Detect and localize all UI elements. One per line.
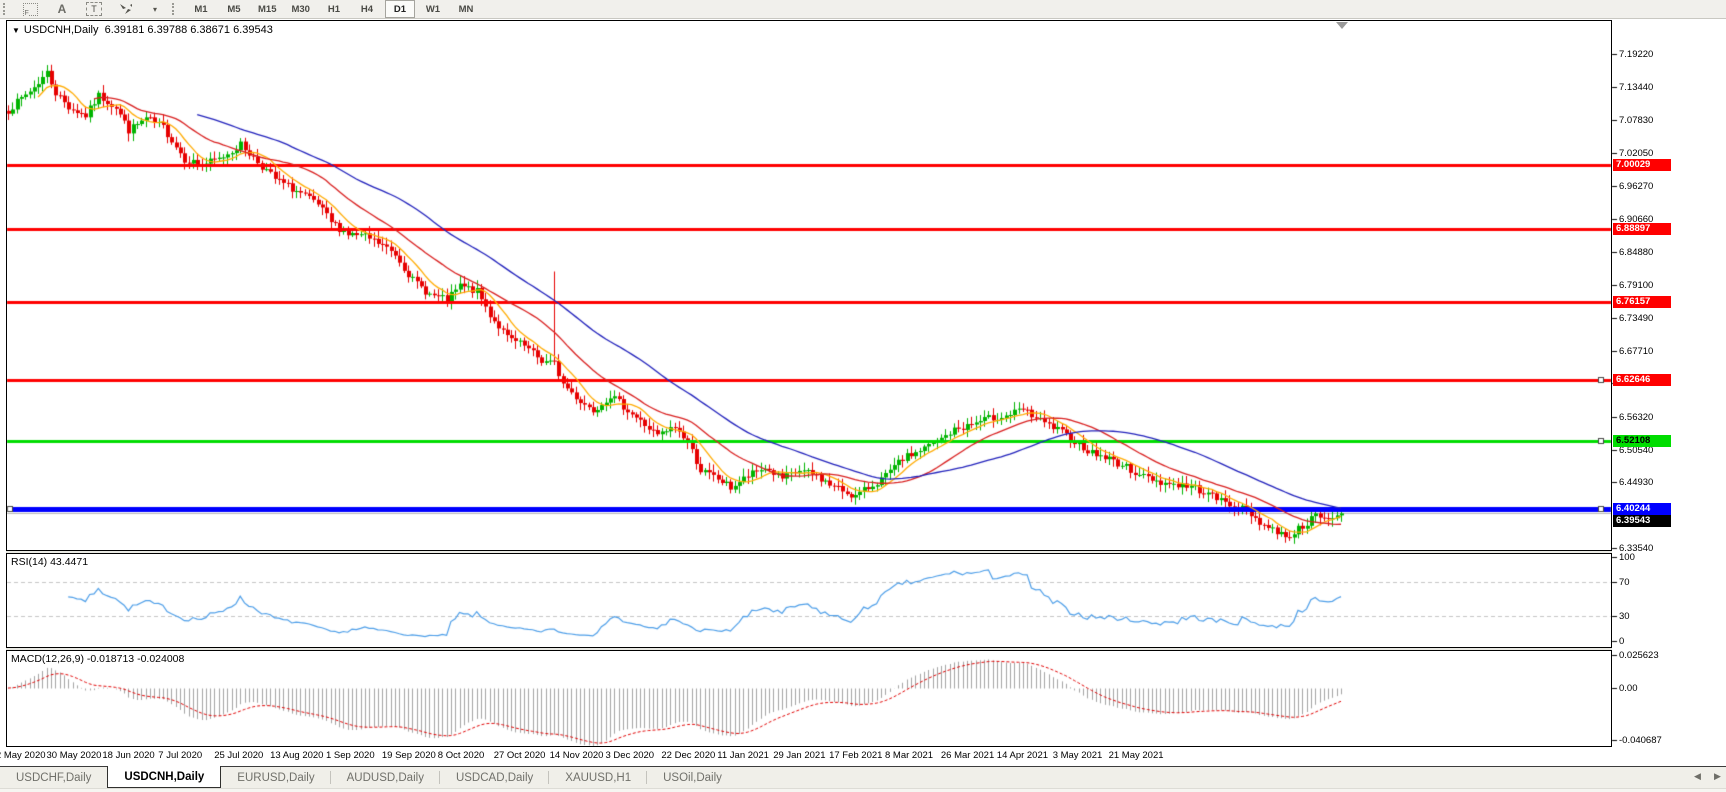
date-tick: 11 Jan 2021 [717, 750, 769, 761]
chart-tabs: USDCHF,DailyUSDCNH,DailyEURUSD,DailyAUDU… [0, 767, 1726, 788]
tab-bar-footer [0, 788, 1726, 792]
date-tick: 1 Sep 2020 [326, 750, 375, 761]
panel-splitter[interactable] [6, 551, 1612, 553]
price-tick: 6.84880 [1619, 247, 1653, 258]
macd-panel[interactable] [6, 650, 1612, 747]
date-tick: 30 May 2020 [47, 750, 102, 761]
date-tick: 25 Jul 2020 [214, 750, 263, 761]
draw-arrows-icon[interactable] [111, 0, 141, 18]
rsi-tick: 30 [1619, 611, 1630, 622]
price-tick: 7.07830 [1619, 115, 1653, 126]
date-tick: 26 Mar 2021 [941, 750, 994, 761]
trading-terminal-window: F A T ▾ M1M5M15M30H1H4D1W1MN ▼ USDCNH,Dai… [0, 0, 1726, 792]
tab-eurusd[interactable]: EURUSD,Daily [221, 767, 330, 788]
timeframe-button-m15[interactable]: M15 [252, 0, 282, 18]
tab-usdcad[interactable]: USDCAD,Daily [440, 767, 549, 788]
toolbar-grip-icon[interactable] [172, 3, 179, 15]
level-price-badge: 6.88897 [1613, 223, 1671, 235]
timeframe-button-mn[interactable]: MN [451, 0, 481, 18]
tab-scroll-left-icon[interactable]: ◀ [1694, 771, 1701, 782]
price-tick: 7.19220 [1619, 49, 1653, 60]
chart-tab-bar: USDCHF,DailyUSDCNH,DailyEURUSD,DailyAUDU… [0, 766, 1726, 792]
macd-tick: 0.00 [1619, 683, 1638, 694]
date-tick: 19 Sep 2020 [382, 750, 436, 761]
date-tick: 8 Oct 2020 [438, 750, 484, 761]
chart-symbol-label: USDCNH,Daily [24, 24, 99, 36]
title-marker-icon: ▼ [12, 26, 20, 35]
level-price-badge: 6.62646 [1613, 374, 1671, 386]
date-tick: 21 May 2021 [1109, 750, 1164, 761]
tab-scroll-right-icon[interactable]: ▶ [1714, 771, 1721, 782]
timeframe-button-m1[interactable]: M1 [186, 0, 216, 18]
grid-icon: F [23, 3, 38, 16]
price-tick: 7.13440 [1619, 82, 1653, 93]
rsi-panel[interactable] [6, 553, 1612, 648]
macd-tick: 0.025623 [1619, 650, 1659, 661]
date-tick: 3 Dec 2020 [606, 750, 655, 761]
date-tick: 14 Apr 2021 [997, 750, 1048, 761]
rsi-tick: 70 [1619, 577, 1630, 588]
chevron-down-icon[interactable]: ▾ [143, 0, 167, 18]
price-chart-panel[interactable] [6, 20, 1612, 551]
tab-audusd[interactable]: AUDUSD,Daily [331, 767, 440, 788]
chart-title: ▼ USDCNH,Daily 6.39181 6.39788 6.38671 6.… [12, 24, 273, 36]
date-tick: 17 Feb 2021 [829, 750, 882, 761]
level-price-badge: 6.52108 [1613, 435, 1671, 447]
panel-splitter[interactable] [6, 648, 1612, 650]
date-tick: 3 May 2021 [1053, 750, 1103, 761]
level-price-badge: 6.40244 [1613, 503, 1671, 515]
date-tick: 18 Jun 2020 [102, 750, 154, 761]
date-tick: 22 Dec 2020 [661, 750, 715, 761]
date-tick: 14 Nov 2020 [550, 750, 604, 761]
chart-toolbar: F A T ▾ M1M5M15M30H1H4D1W1MN [0, 0, 1726, 19]
date-tick: 29 Jan 2021 [773, 750, 825, 761]
timeframe-button-d1[interactable]: D1 [385, 0, 415, 18]
tab-usoil[interactable]: USOil,Daily [647, 767, 738, 788]
timeframe-button-group: M1M5M15M30H1H4D1W1MN [186, 0, 481, 18]
tab-xauusd[interactable]: XAUUSD,H1 [549, 767, 647, 788]
date-tick: 7 Jul 2020 [158, 750, 202, 761]
grid-f-icon[interactable]: F [15, 0, 45, 18]
rsi-tick: 100 [1619, 552, 1635, 563]
text-label-icon[interactable]: A [47, 0, 77, 18]
tab-usdchf[interactable]: USDCHF,Daily [0, 767, 107, 788]
timeframe-button-h4[interactable]: H4 [352, 0, 382, 18]
current-price-badge: 6.39543 [1613, 515, 1671, 527]
chart-ohlc-values: 6.39181 6.39788 6.38671 6.39543 [105, 24, 273, 36]
price-tick: 6.67710 [1619, 346, 1653, 357]
price-tick: 6.73490 [1619, 313, 1653, 324]
date-tick: 13 Aug 2020 [270, 750, 323, 761]
rsi-tick: 0 [1619, 636, 1624, 647]
tab-usdcnh[interactable]: USDCNH,Daily [107, 766, 221, 788]
date-tick: 27 Oct 2020 [494, 750, 546, 761]
price-tick: 6.79100 [1619, 280, 1653, 291]
macd-tick: -0.040687 [1619, 735, 1662, 746]
timeframe-button-w1[interactable]: W1 [418, 0, 448, 18]
timeframe-button-m5[interactable]: M5 [219, 0, 249, 18]
level-price-badge: 7.00029 [1613, 159, 1671, 171]
toolbar-grip-icon[interactable] [3, 3, 10, 15]
date-tick: 12 May 2020 [0, 750, 46, 761]
price-tick: 7.02050 [1619, 148, 1653, 159]
price-tick: 6.44930 [1619, 477, 1653, 488]
price-tick: 6.56320 [1619, 412, 1653, 423]
timeframe-button-m30[interactable]: M30 [285, 0, 315, 18]
level-price-badge: 6.76157 [1613, 296, 1671, 308]
chart-shift-marker-icon[interactable] [1336, 22, 1348, 29]
rsi-indicator-label: RSI(14) 43.4471 [11, 556, 88, 568]
date-tick: 8 Mar 2021 [885, 750, 933, 761]
macd-indicator-label: MACD(12,26,9) -0.018713 -0.024008 [11, 653, 184, 665]
price-tick: 6.96270 [1619, 181, 1653, 192]
timeframe-button-h1[interactable]: H1 [319, 0, 349, 18]
text-box-icon[interactable]: T [79, 0, 109, 18]
